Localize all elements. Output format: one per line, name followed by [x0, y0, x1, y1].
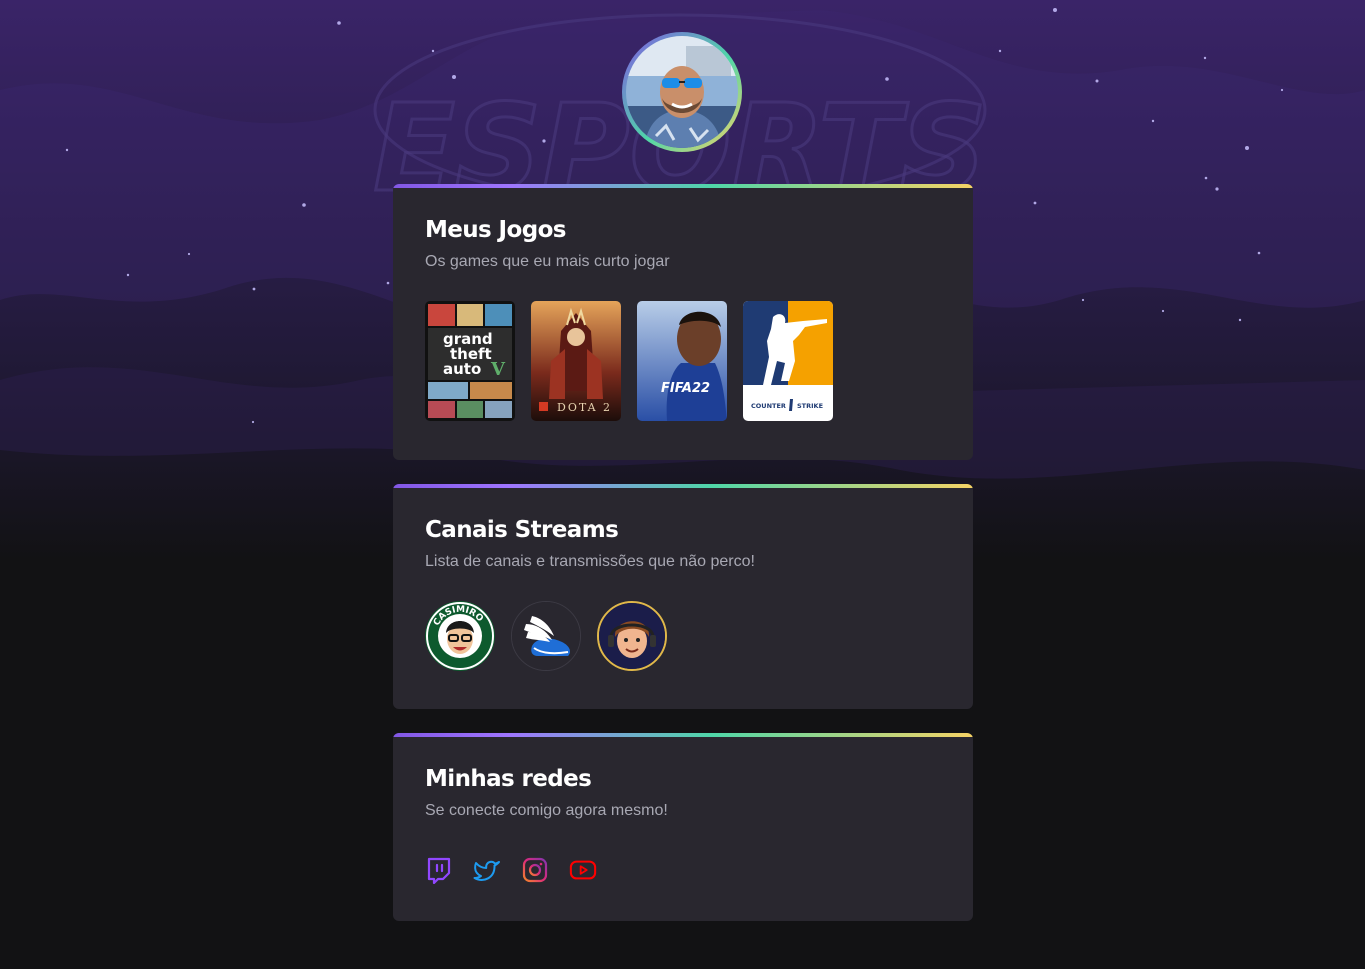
games-card: Meus Jogos Os games que eu mais curto jo… [393, 184, 973, 460]
socials-title: Minhas redes [425, 766, 592, 792]
socials-list [425, 856, 941, 884]
instagram-icon [522, 857, 548, 883]
twitch-icon [427, 857, 451, 884]
game-cover-fifa-22[interactable]: FIFA22 [637, 301, 727, 421]
games-list: grand theft auto V DOTA 2 FIFA22 COUNTER… [425, 301, 941, 421]
svg-text:STRIKE: STRIKE [797, 402, 823, 410]
game-cover-dota-2[interactable]: DOTA 2 [531, 301, 621, 421]
svg-text:V: V [490, 359, 506, 380]
profile-photo [626, 36, 738, 148]
stream-cartoon-streamer[interactable] [597, 601, 667, 671]
svg-text:FIFA22: FIFA22 [661, 381, 710, 396]
games-title: Meus Jogos [425, 217, 566, 243]
socials-card: Minhas redes Se conecte comigo agora mes… [393, 733, 973, 921]
svg-text:COUNTER: COUNTER [751, 402, 786, 410]
socials-subtitle: Se conecte comigo agora mesmo! [425, 802, 668, 819]
streams-title: Canais Streams [425, 517, 619, 543]
streams-subtitle: Lista de canais e transmissões que não p… [425, 553, 755, 570]
game-cover-counter-strike[interactable]: COUNTER STRIKE [743, 301, 833, 421]
profile-avatar [622, 32, 742, 152]
stream-casimiro[interactable]: CASIMIRO [425, 601, 495, 671]
youtube-link[interactable] [569, 856, 597, 884]
twitter-icon [473, 860, 500, 881]
game-cover-gta-v[interactable]: grand theft auto V [425, 301, 515, 421]
svg-text:auto: auto [443, 360, 481, 378]
streams-list: CASIMIRO [425, 601, 941, 671]
youtube-icon [569, 860, 597, 880]
instagram-link[interactable] [521, 856, 549, 884]
stream-winged-shoe[interactable] [511, 601, 581, 671]
svg-text:DOTA 2: DOTA 2 [557, 401, 612, 414]
streams-card: Canais Streams Lista de canais e transmi… [393, 484, 973, 709]
twitch-link[interactable] [425, 856, 453, 884]
twitter-link[interactable] [473, 856, 501, 884]
games-subtitle: Os games que eu mais curto jogar [425, 253, 670, 270]
